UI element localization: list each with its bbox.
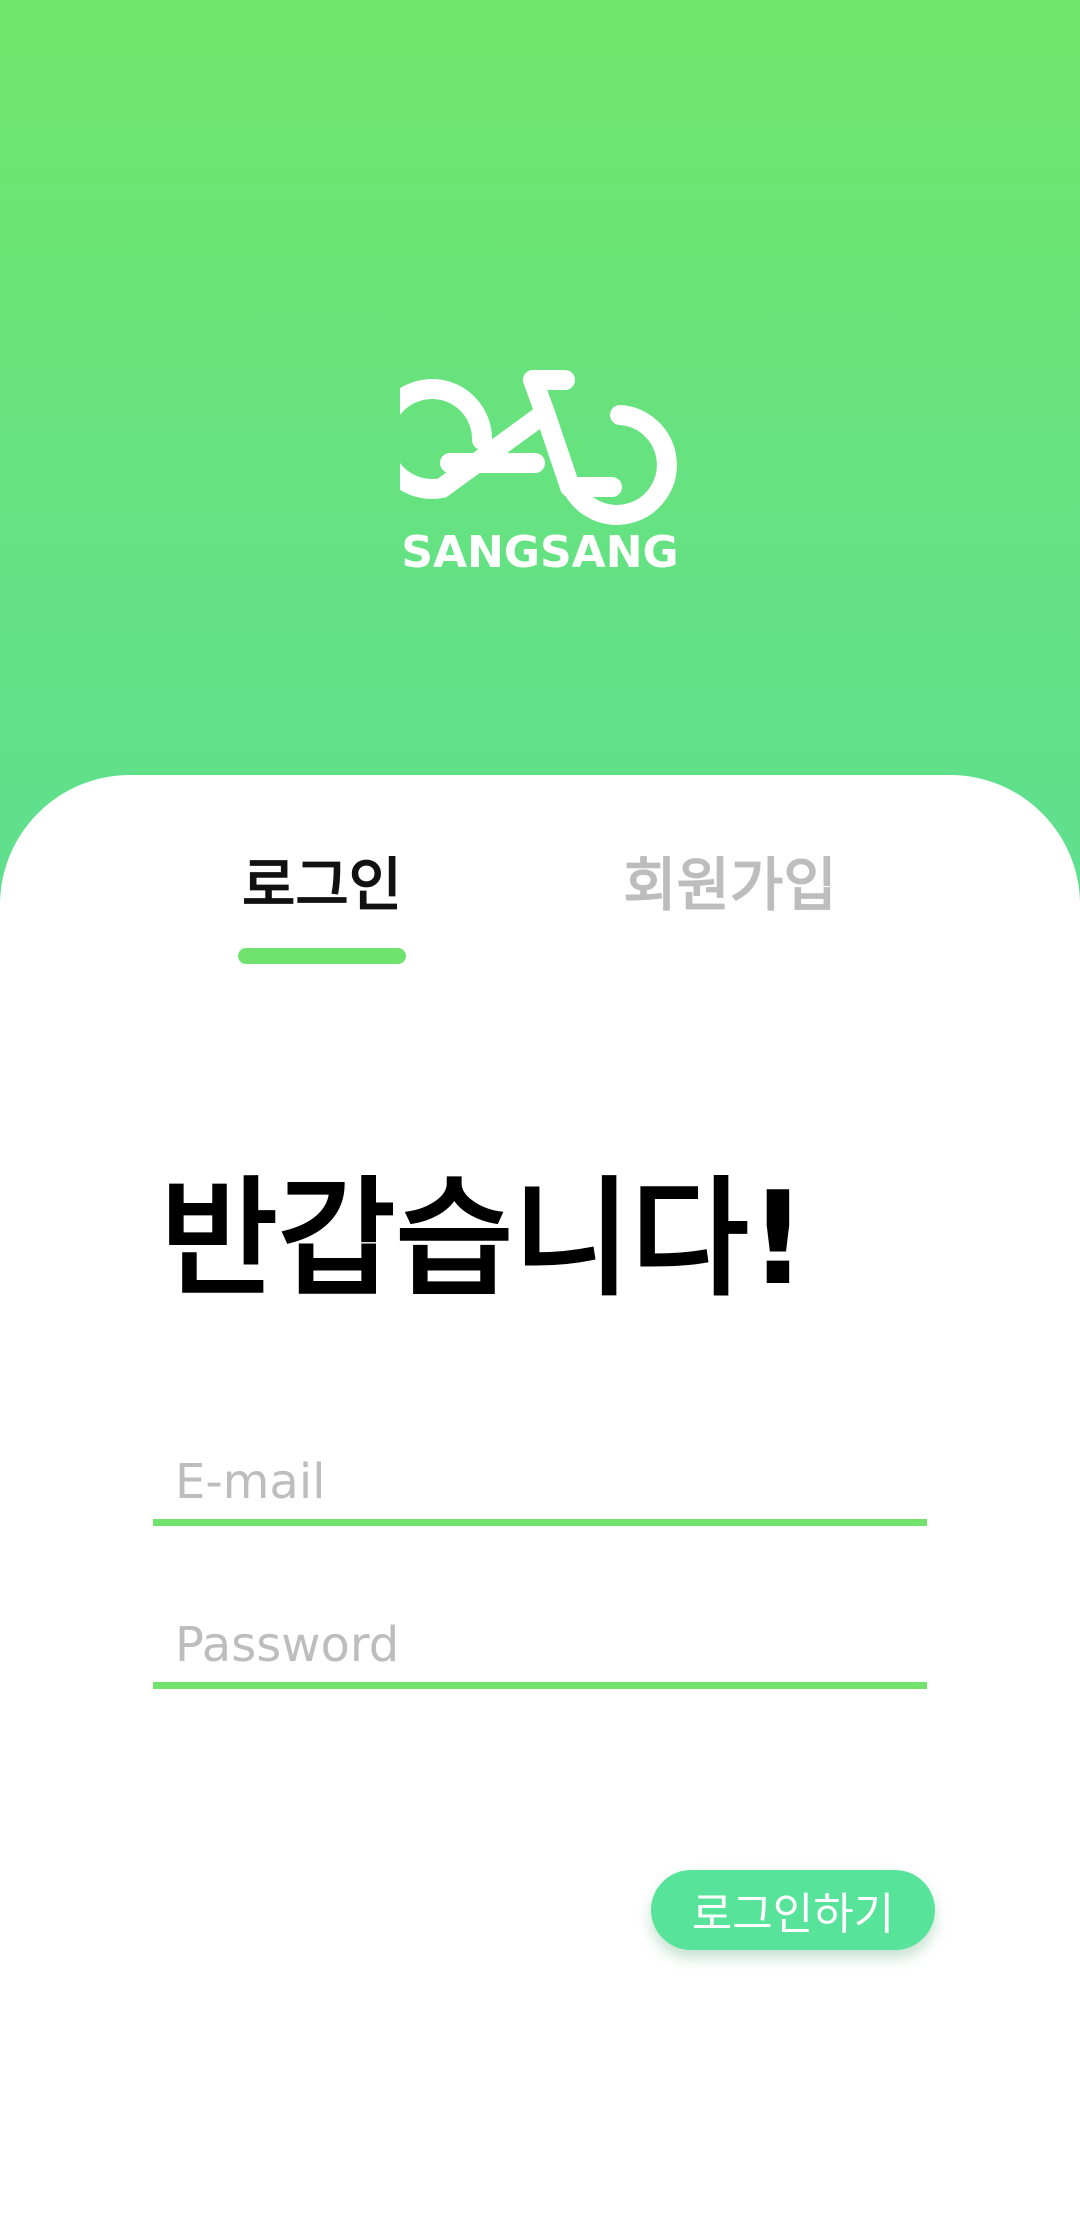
greeting-title: 반갑습니다!	[160, 1165, 808, 1314]
password-input[interactable]	[153, 1609, 927, 1681]
login-submit-button[interactable]: 로그인하기	[651, 1870, 935, 1950]
active-tab-indicator	[238, 948, 406, 964]
email-field-container	[153, 1446, 927, 1526]
brand-logo: SANGSANG	[400, 365, 680, 585]
tab-login[interactable]: 로그인	[238, 845, 406, 965]
password-underline	[153, 1682, 927, 1689]
login-screen: SANGSANG 로그인 회원가입 반갑습니다! 로그인하기	[0, 0, 1080, 2220]
tab-login-label: 로그인	[241, 851, 403, 919]
email-input[interactable]	[153, 1446, 927, 1518]
bicycle-icon	[400, 370, 677, 525]
brand-name: SANGSANG	[401, 527, 679, 578]
password-field-container	[153, 1609, 927, 1689]
tab-signup[interactable]: 회원가입	[610, 845, 850, 965]
auth-tabs: 로그인 회원가입	[0, 845, 1080, 965]
header-banner: SANGSANG	[0, 0, 1080, 900]
tab-signup-label: 회원가입	[623, 851, 837, 919]
email-underline	[153, 1519, 927, 1526]
